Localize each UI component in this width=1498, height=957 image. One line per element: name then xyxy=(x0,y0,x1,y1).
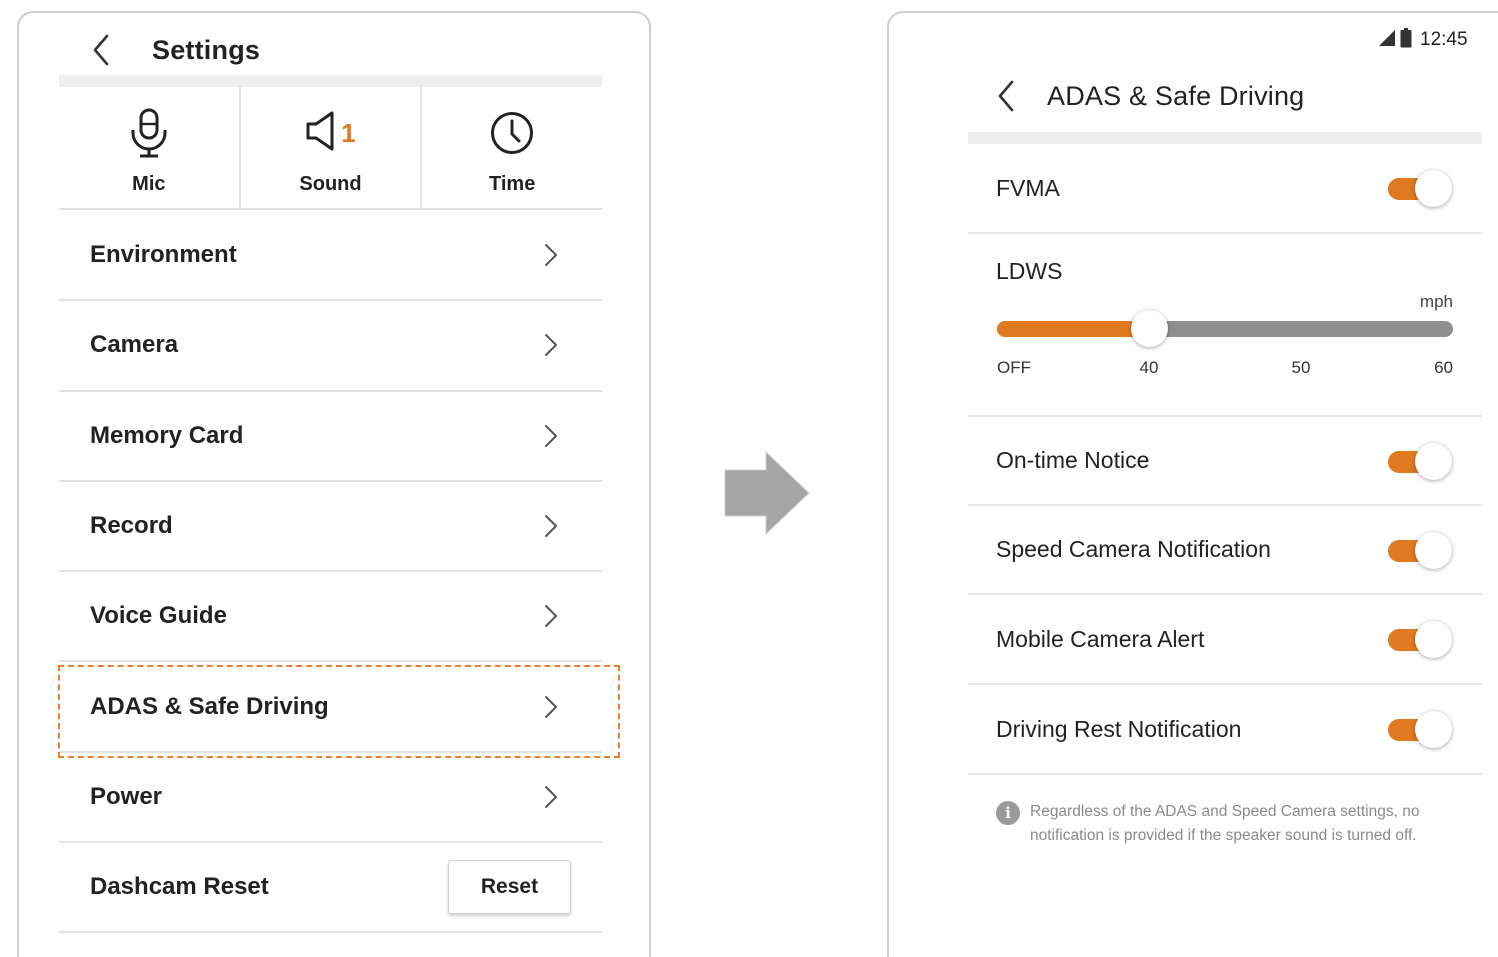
setting-row-speed-camera-notification: Speed Camera Notification xyxy=(968,506,1482,595)
menu-item-memory-card[interactable]: Memory Card xyxy=(59,392,602,482)
on-time-notice-toggle[interactable] xyxy=(1387,441,1453,481)
toggle-knob xyxy=(1415,170,1452,207)
right-arrow-icon xyxy=(723,450,811,536)
ldws-tick-off: OFF xyxy=(997,358,1031,377)
menu-item-label: Record xyxy=(90,512,173,540)
menu-item-environment[interactable]: Environment xyxy=(59,211,602,302)
clock-icon xyxy=(489,105,535,161)
toggle-knob xyxy=(1415,442,1452,480)
setting-label: Driving Rest Notification xyxy=(996,715,1242,742)
quick-setting-sound[interactable]: 1 Sound xyxy=(241,87,423,208)
battery-icon xyxy=(1400,27,1412,53)
mic-icon xyxy=(129,105,169,161)
quick-setting-time[interactable]: Time xyxy=(422,87,602,208)
quick-setting-label: Mic xyxy=(132,173,166,195)
back-arrow-icon[interactable] xyxy=(88,33,114,67)
setting-row-on-time-notice: On-time Notice xyxy=(968,417,1482,506)
menu-item-label: Voice Guide xyxy=(90,602,227,630)
chevron-right-icon xyxy=(544,422,560,450)
ldws-tick-60: 60 xyxy=(1434,358,1453,377)
back-arrow-icon[interactable] xyxy=(993,79,1019,113)
menu-item-voice-guide[interactable]: Voice Guide xyxy=(59,572,602,663)
menu-item-power[interactable]: Power xyxy=(59,753,602,844)
chevron-right-icon xyxy=(544,241,560,269)
quick-setting-mic[interactable]: Mic xyxy=(59,87,241,208)
menu-item-label: Dashcam Reset xyxy=(90,873,269,901)
setting-label: On-time Notice xyxy=(996,447,1150,473)
setting-row-fvma: FVMA xyxy=(968,144,1482,234)
ldws-tick-40: 40 xyxy=(1139,358,1159,377)
ldws-slider-handle[interactable] xyxy=(1131,310,1168,347)
setting-label: LDWS xyxy=(996,258,1063,284)
mobile-camera-alert-toggle[interactable] xyxy=(1387,619,1453,659)
menu-item-camera[interactable]: Camera xyxy=(59,301,602,392)
ldws-tick-50: 50 xyxy=(1291,358,1311,377)
status-time: 12:45 xyxy=(1420,29,1468,50)
menu-item-label: Camera xyxy=(90,331,179,359)
toggle-knob xyxy=(1415,531,1452,569)
page-title: Settings xyxy=(152,34,261,65)
setting-label: Speed Camera Notification xyxy=(996,536,1271,562)
signal-icon xyxy=(1378,29,1396,52)
quick-setting-label: Time xyxy=(489,173,536,195)
fvma-toggle[interactable] xyxy=(1387,168,1453,208)
info-icon: i xyxy=(996,801,1020,825)
quick-settings-row: Mic 1 Sound Time xyxy=(59,87,602,210)
setting-label: FVMA xyxy=(996,174,1060,201)
settings-menu: Environment Camera Memory Card Record Vo… xyxy=(58,211,620,934)
setting-label: Mobile Camera Alert xyxy=(996,625,1205,652)
chevron-right-icon xyxy=(544,602,560,630)
driving-rest-notification-toggle[interactable] xyxy=(1387,709,1453,749)
info-note: i Regardless of the ADAS and Speed Camer… xyxy=(996,800,1456,847)
menu-item-record[interactable]: Record xyxy=(59,482,602,573)
ldws-slider[interactable] xyxy=(997,310,1453,347)
ldws-unit-label: mph xyxy=(1419,292,1453,311)
setting-row-mobile-camera-alert: Mobile Camera Alert xyxy=(968,595,1482,685)
menu-item-label: ADAS & Safe Driving xyxy=(90,692,329,720)
quick-setting-label: Sound xyxy=(299,173,362,195)
chevron-right-icon xyxy=(544,512,560,540)
menu-item-label: Memory Card xyxy=(90,421,244,449)
toggle-knob xyxy=(1415,621,1452,658)
adas-header: ADAS & Safe Driving xyxy=(993,72,1304,120)
info-note-text: Regardless of the ADAS and Speed Camera … xyxy=(1030,803,1420,844)
speaker-with-badge: 1 xyxy=(305,105,356,161)
toggle-knob xyxy=(1415,711,1452,748)
chevron-right-icon xyxy=(544,783,560,811)
menu-item-dashcam-reset: Dashcam Reset Reset xyxy=(59,843,602,934)
menu-item-label: Environment xyxy=(90,241,237,269)
chevron-right-icon xyxy=(544,693,560,721)
reset-button[interactable]: Reset xyxy=(448,860,571,915)
menu-item-label: Power xyxy=(90,782,163,810)
volume-level-badge: 1 xyxy=(341,117,356,148)
setting-row-driving-rest-notification: Driving Rest Notification xyxy=(968,685,1482,775)
menu-item-adas-safe-driving[interactable]: ADAS & Safe Driving xyxy=(58,662,620,759)
page-title: ADAS & Safe Driving xyxy=(1047,80,1305,111)
status-bar: 12:45 xyxy=(1378,27,1468,53)
settings-header: Settings xyxy=(88,26,260,74)
section-divider xyxy=(968,132,1482,144)
speaker-icon xyxy=(305,111,337,156)
section-divider xyxy=(59,75,602,87)
setting-row-ldws: LDWS mph OFF 40 50 60 xyxy=(968,234,1482,417)
speed-camera-notification-toggle[interactable] xyxy=(1387,530,1453,570)
chevron-right-icon xyxy=(544,331,560,359)
